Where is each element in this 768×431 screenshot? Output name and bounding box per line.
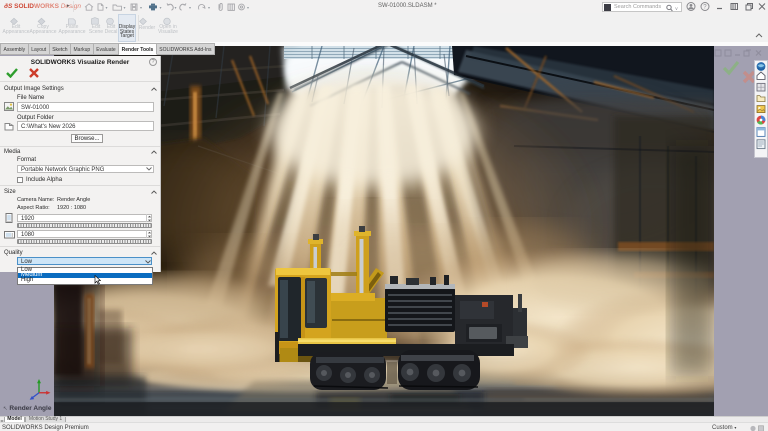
svg-text:▾: ▾	[208, 5, 210, 10]
svg-text:▾: ▾	[124, 5, 126, 10]
svg-text:▾: ▾	[247, 5, 249, 10]
svg-text:▾: ▾	[189, 5, 191, 10]
svg-text:▾: ▾	[175, 5, 177, 10]
svg-text:▾: ▾	[160, 5, 162, 10]
svg-text:˅: ˅	[675, 6, 678, 12]
svg-text:▾: ▾	[106, 5, 108, 10]
svg-text:▾: ▾	[140, 5, 142, 10]
